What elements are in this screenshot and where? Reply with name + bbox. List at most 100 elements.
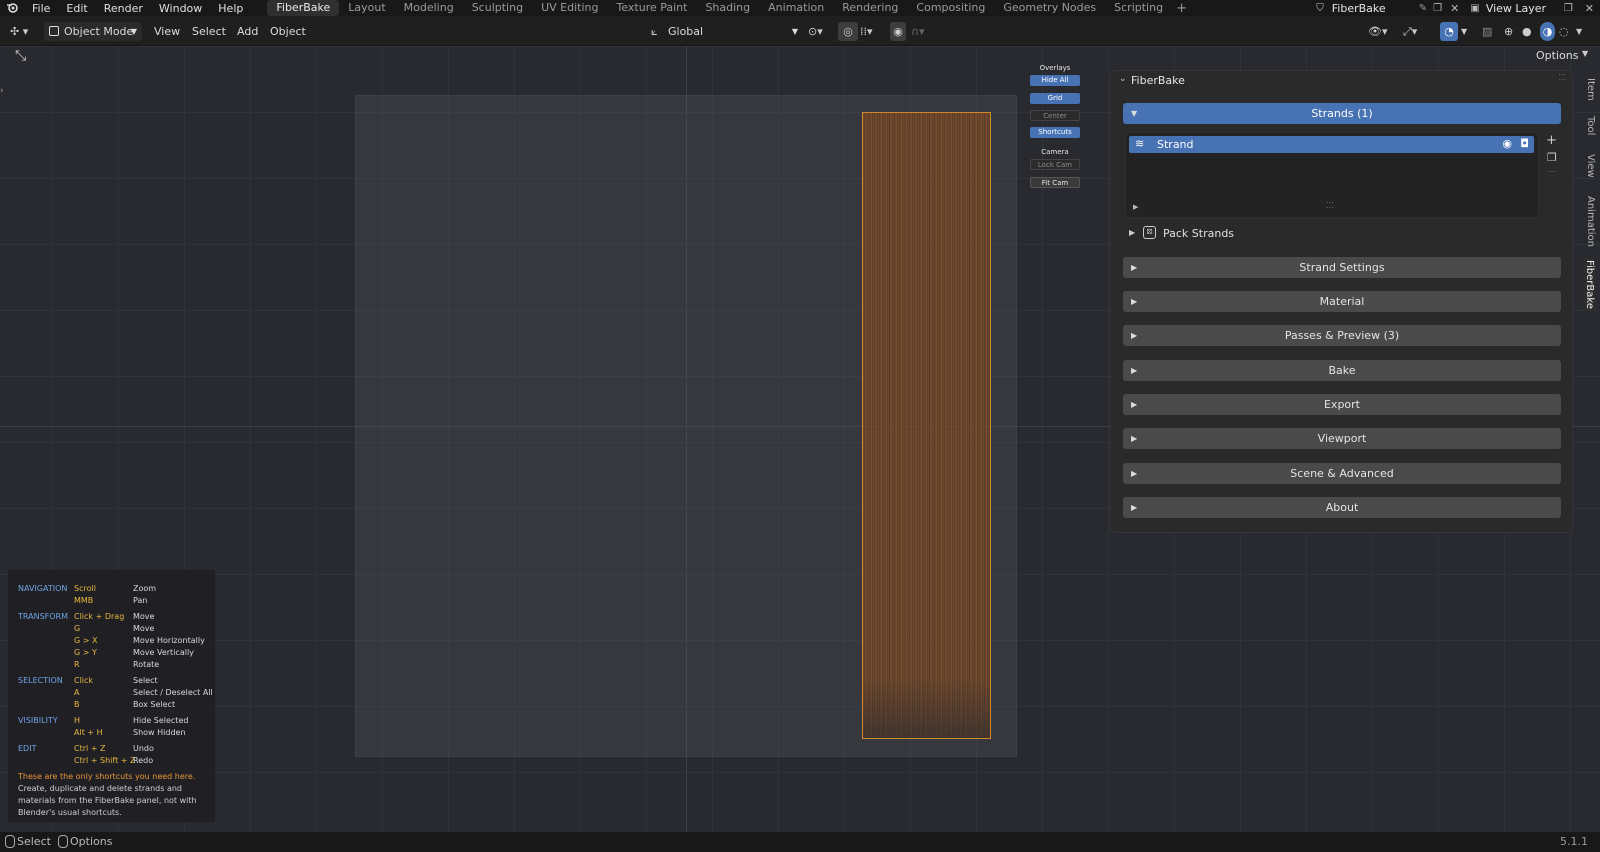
snap-icon[interactable]: ◎	[838, 22, 858, 41]
menu-edit[interactable]: Edit	[58, 2, 95, 15]
shading-dropdown-icon[interactable]: ▼	[1576, 22, 1582, 41]
center-button[interactable]: Center	[1030, 110, 1080, 121]
view-layer-name[interactable]: View Layer	[1486, 2, 1558, 15]
strands-section-header[interactable]: ▼ Strands (1)	[1123, 103, 1561, 124]
falloff-icon[interactable]: ∩▾	[911, 22, 925, 41]
options-button[interactable]: Options	[1536, 46, 1578, 65]
side-tab-view[interactable]: View	[1585, 154, 1596, 178]
snap-target-icon[interactable]: ⁞⁞▾	[860, 22, 873, 41]
new-view-layer-icon[interactable]: ❐	[1558, 3, 1579, 14]
tab-rendering[interactable]: Rendering	[833, 0, 907, 16]
pivot-icon[interactable]: ⊙▾	[808, 22, 823, 41]
section-export[interactable]: ▶ Export	[1123, 394, 1561, 415]
section-strand-settings[interactable]: ▶ Strand Settings	[1123, 257, 1561, 278]
toolbar-expand-icon[interactable]: ›	[0, 86, 4, 96]
panel-drag-handle-icon[interactable]: ⁚⁚⁚	[1558, 73, 1566, 82]
scene-name[interactable]: FiberBake	[1328, 2, 1416, 15]
help-note-orange: These are the only shortcuts you need he…	[18, 772, 196, 781]
object-menu[interactable]: Object	[270, 22, 306, 41]
gizmo-icon[interactable]: ⤢▾	[1403, 22, 1417, 41]
section-bake[interactable]: ▶ Bake	[1123, 360, 1561, 381]
view-menu[interactable]: View	[154, 22, 180, 41]
tab-layout[interactable]: Layout	[339, 0, 394, 16]
strand-item-name[interactable]: Strand	[1157, 138, 1194, 151]
section-scene-advanced[interactable]: ▶ Scene & Advanced	[1123, 463, 1561, 484]
panel-title[interactable]: FiberBake	[1131, 74, 1185, 87]
tab-modeling[interactable]: Modeling	[395, 0, 463, 16]
object-mode-dropdown[interactable]: Object Mode ▼	[44, 22, 142, 41]
blender-logo-icon[interactable]	[0, 0, 24, 16]
grid-button[interactable]: Grid	[1030, 93, 1080, 104]
pin-icon[interactable]: ✎	[1416, 3, 1430, 14]
tab-uv-editing[interactable]: UV Editing	[532, 0, 607, 16]
tab-texture-paint[interactable]: Texture Paint	[607, 0, 696, 16]
section-material[interactable]: ▶ Material	[1123, 291, 1561, 312]
more-options-icon[interactable]: ⋯	[1548, 167, 1556, 176]
delete-view-layer-icon[interactable]: ✕	[1579, 2, 1600, 15]
eye-icon[interactable]: ◉	[1502, 137, 1512, 150]
menu-help[interactable]: Help	[210, 2, 251, 15]
strand-object[interactable]	[862, 112, 991, 739]
list-filter-triangle-icon[interactable]: ▶	[1133, 203, 1138, 211]
xray-icon[interactable]: ▨	[1482, 22, 1492, 41]
solid-shading-icon[interactable]: ●	[1522, 22, 1532, 41]
viewport-header: ✣ ▾ Object Mode ▼ View Select Add Object…	[0, 16, 1600, 46]
add-strand-icon[interactable]: +	[1546, 133, 1557, 148]
menu-file[interactable]: File	[24, 2, 58, 15]
duplicate-strand-icon[interactable]: ❐	[1547, 151, 1557, 164]
add-menu[interactable]: Add	[237, 22, 258, 41]
delete-scene-icon[interactable]: ✕	[1445, 2, 1464, 15]
rendered-shading-icon[interactable]: ◌	[1559, 22, 1569, 41]
move-tool-icon[interactable]: ⤡	[15, 48, 26, 64]
tab-fiberbake[interactable]: FiberBake	[267, 0, 340, 16]
shortcuts-button[interactable]: Shortcuts	[1030, 127, 1080, 138]
scene-icon[interactable]: ⛉	[1312, 3, 1328, 14]
view-layer-icon[interactable]: ▣	[1464, 3, 1485, 14]
camera-icon[interactable]: ◘	[1520, 137, 1529, 150]
strands-list[interactable]: ≋ Strand ◉ ◘ ▶ ⁚⁚⁚	[1125, 132, 1539, 218]
help-action-label: Select	[133, 676, 158, 685]
section-passes-preview[interactable]: ▶ Passes & Preview (3)	[1123, 325, 1561, 346]
list-resize-handle-icon[interactable]: ⁚⁚⁚	[1326, 201, 1334, 210]
proportional-edit-icon[interactable]: ◉	[890, 22, 906, 41]
new-scene-icon[interactable]: ❐	[1430, 3, 1445, 14]
help-key-label: Ctrl + Shift + Z	[74, 756, 136, 765]
select-menu[interactable]: Select	[192, 22, 226, 41]
menu-window[interactable]: Window	[151, 2, 210, 15]
section-label: Scene & Advanced	[1290, 467, 1394, 480]
overlays-icon[interactable]: ◔	[1440, 22, 1458, 41]
side-tab-item[interactable]: Item	[1585, 78, 1596, 101]
add-workspace-icon[interactable]: +	[1172, 1, 1191, 16]
status-options-label: Options	[70, 835, 113, 848]
side-tab-fiberbake[interactable]: FiberBake	[1583, 258, 1596, 311]
tab-scripting[interactable]: Scripting	[1105, 0, 1172, 16]
help-note-line: Create, duplicate and delete strands and	[18, 784, 182, 793]
section-viewport[interactable]: ▶ Viewport	[1123, 428, 1561, 449]
list-item[interactable]: ≋ Strand ◉ ◘	[1129, 136, 1534, 153]
hide-all-button[interactable]: Hide All	[1030, 75, 1080, 86]
tab-geometry-nodes[interactable]: Geometry Nodes	[994, 0, 1105, 16]
side-tab-animation[interactable]: Animation	[1585, 196, 1596, 247]
tab-shading[interactable]: Shading	[696, 0, 759, 16]
pack-strands-row[interactable]: ▶ ⚄ Pack Strands	[1129, 226, 1549, 244]
tab-sculpting[interactable]: Sculpting	[463, 0, 532, 16]
material-shading-icon[interactable]: ◑	[1540, 22, 1555, 41]
side-tab-tool[interactable]: Tool	[1585, 116, 1596, 135]
lock-cam-button[interactable]: Lock Cam	[1030, 159, 1080, 170]
tab-compositing[interactable]: Compositing	[907, 0, 994, 16]
help-action-label: Rotate	[133, 660, 160, 669]
visibility-icon[interactable]: 👁▾	[1368, 22, 1388, 41]
editor-type-icon[interactable]: ✣ ▾	[10, 22, 28, 41]
section-about[interactable]: ▶ About	[1123, 497, 1561, 518]
tab-animation[interactable]: Animation	[759, 0, 833, 16]
help-section-label: EDIT	[18, 744, 37, 753]
help-action-label: Move	[133, 612, 155, 621]
panel-collapse-icon[interactable]: ⌄	[1119, 74, 1127, 84]
overlays-dropdown-icon[interactable]: ▼	[1461, 22, 1467, 41]
menu-render[interactable]: Render	[96, 2, 151, 15]
wireframe-shading-icon[interactable]: ⊕	[1504, 22, 1513, 41]
help-action-label: Select / Deselect All	[133, 688, 213, 697]
help-row: G Move	[8, 624, 215, 635]
fit-cam-button[interactable]: Fit Cam	[1030, 177, 1080, 188]
orientation-dropdown[interactable]: ⟀ Global ▼	[648, 22, 802, 41]
